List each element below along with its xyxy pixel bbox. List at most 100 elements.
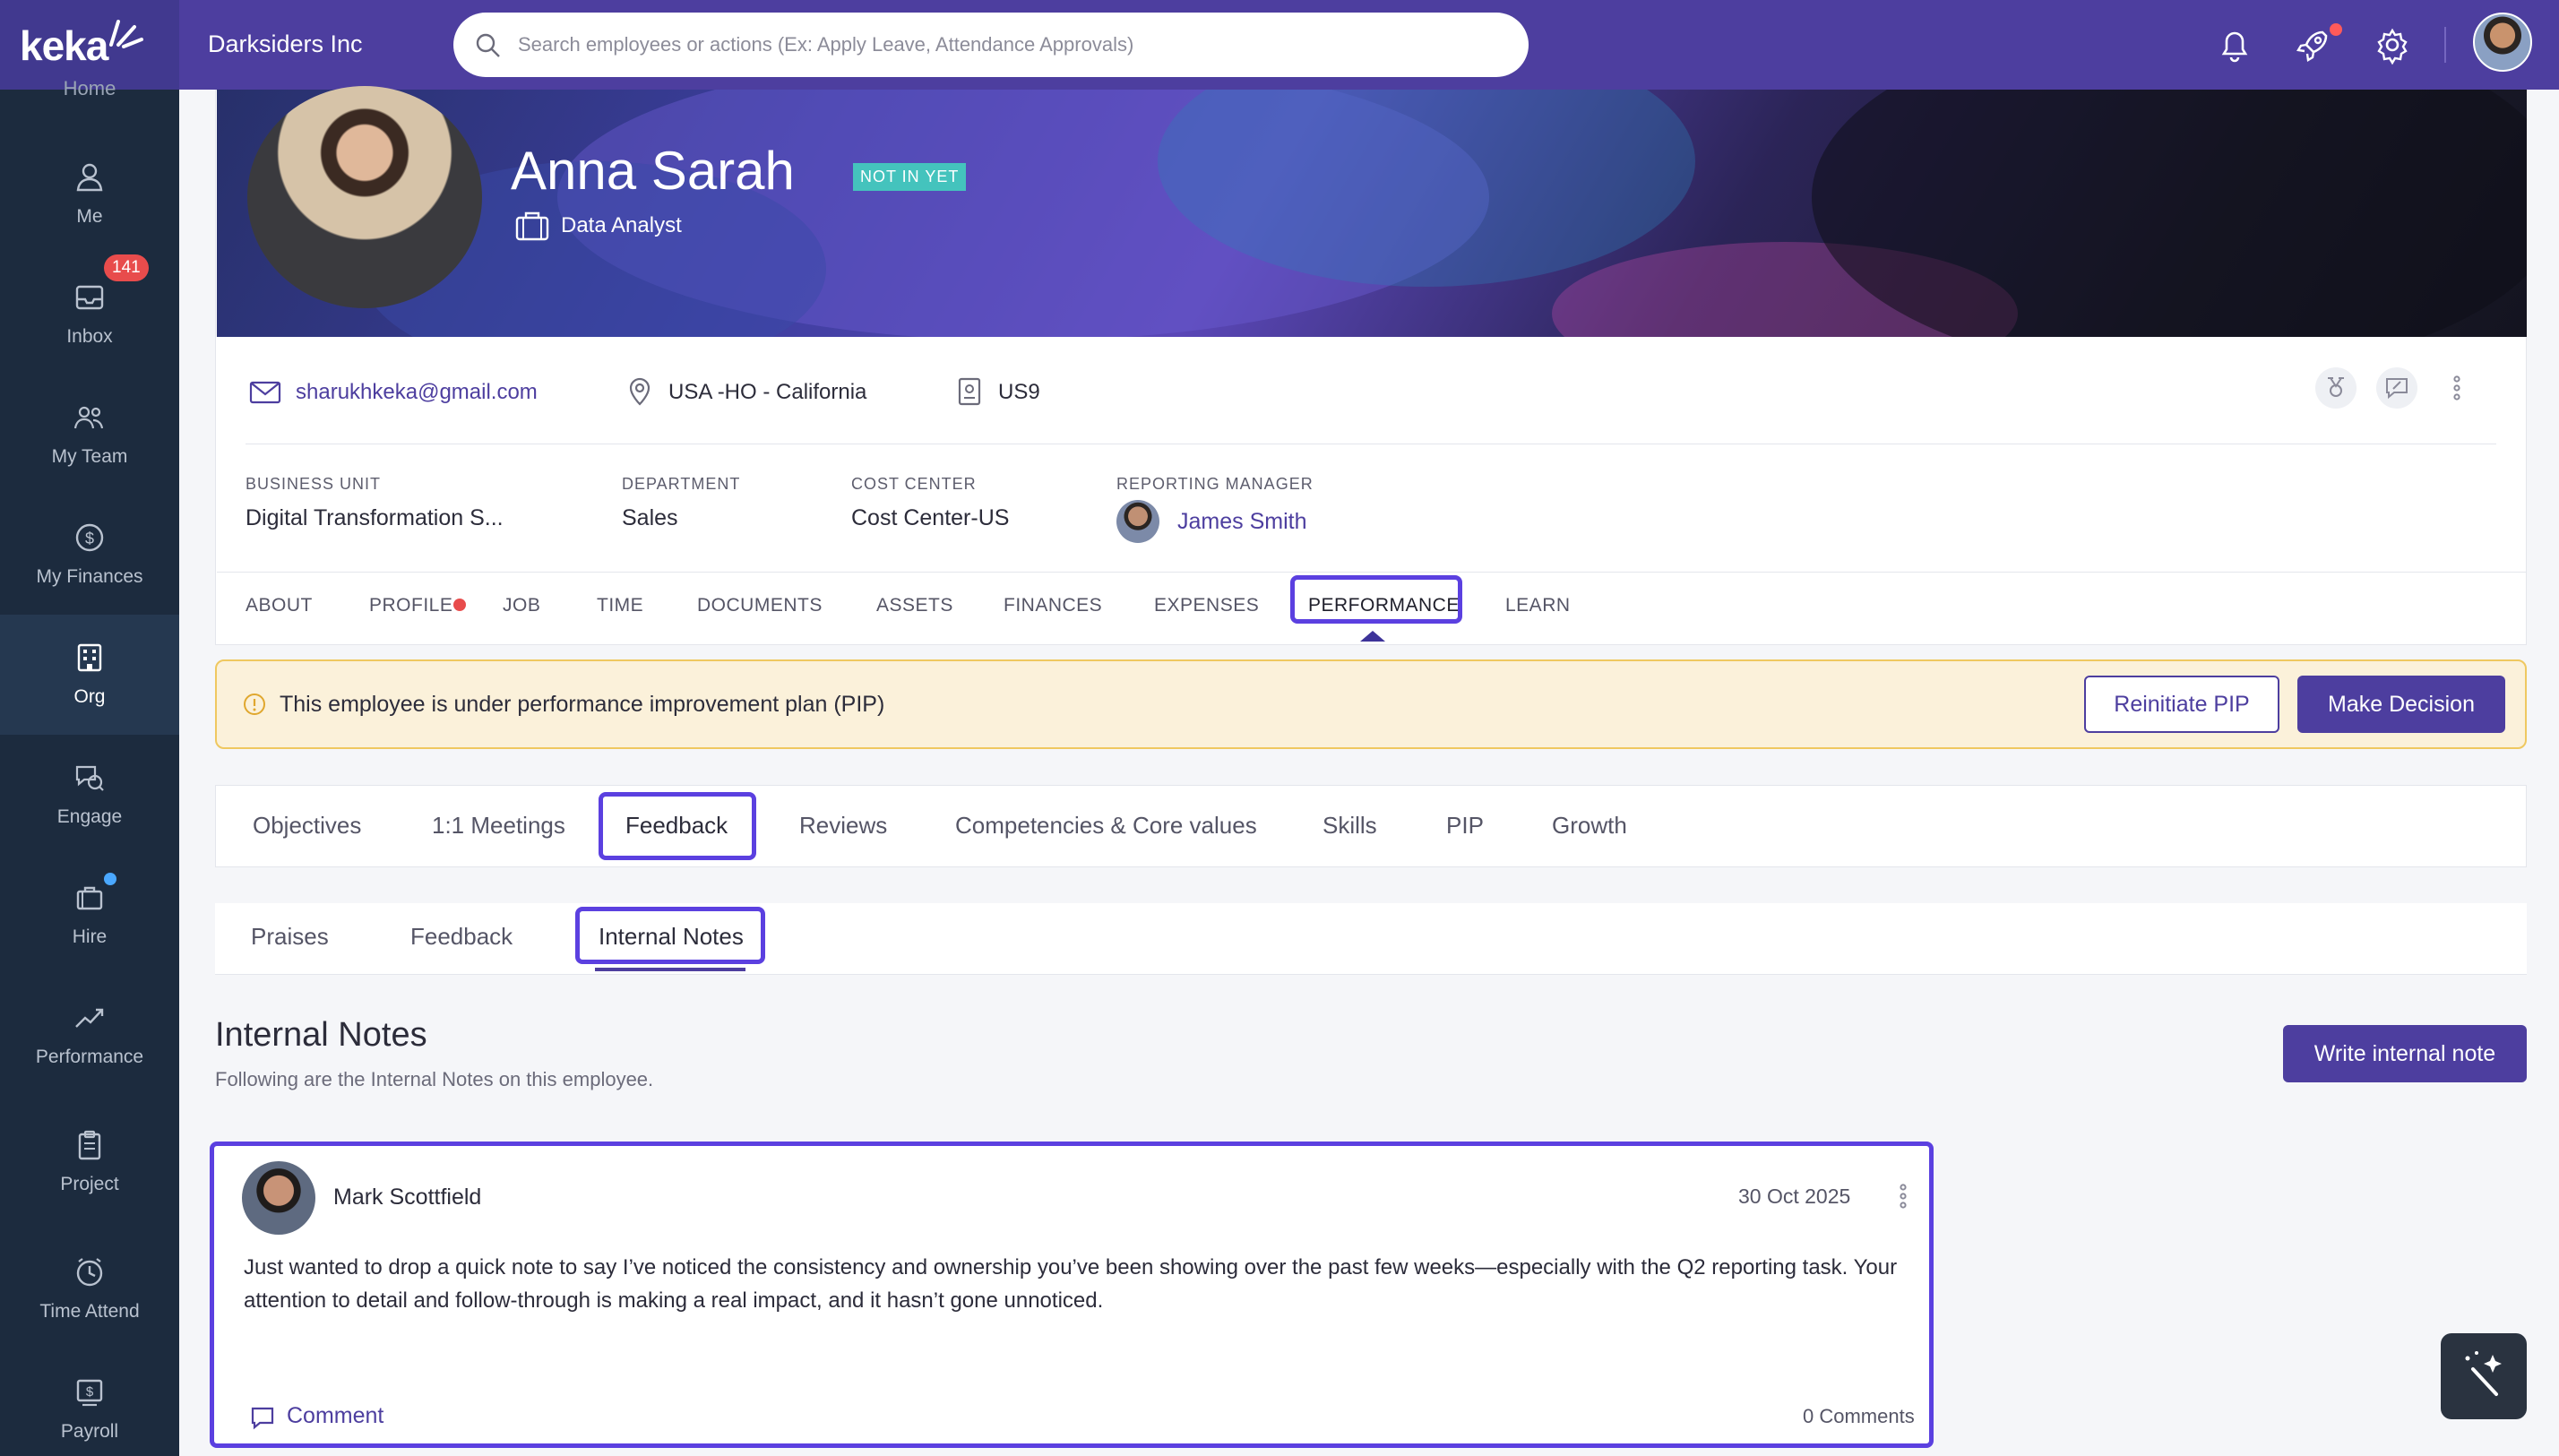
- sidebar-item-my-finances[interactable]: $ My Finances: [0, 495, 179, 615]
- sidebar: keka Home Me Inbox 141 My Team $ My Fina…: [0, 0, 179, 1456]
- sidebar-item-hire[interactable]: Hire: [0, 855, 179, 975]
- tabs-divider: [217, 572, 2527, 573]
- employee-photo[interactable]: [247, 86, 482, 308]
- fbtab-praises[interactable]: Praises: [251, 923, 329, 951]
- subtab-reviews[interactable]: Reviews: [799, 812, 887, 840]
- tab-time[interactable]: TIME: [597, 595, 643, 616]
- inbox-icon: [75, 285, 104, 310]
- rocket-notification-dot: [2330, 23, 2342, 36]
- sidebar-item-label: Inbox: [66, 326, 113, 347]
- sidebar-item-my-team[interactable]: My Team: [0, 375, 179, 495]
- write-internal-note-button[interactable]: Write internal note: [2283, 1025, 2527, 1082]
- search-icon: [476, 33, 500, 57]
- tab-job[interactable]: JOB: [503, 595, 540, 616]
- cost-center-value: Cost Center-US: [851, 505, 1010, 530]
- sidebar-item-time-attend[interactable]: Time Attend: [0, 1229, 179, 1349]
- note-author-avatar[interactable]: [242, 1161, 315, 1235]
- global-search[interactable]: [453, 13, 1529, 77]
- comment-count[interactable]: 0 Comments: [1803, 1405, 1915, 1428]
- comment-button[interactable]: Comment: [287, 1403, 383, 1429]
- sidebar-item-label: My Team: [51, 446, 128, 467]
- message-edit-icon: [2386, 378, 2408, 400]
- rocket-icon[interactable]: [2292, 23, 2335, 66]
- comment-icon: [251, 1407, 274, 1430]
- praise-button[interactable]: [2376, 367, 2417, 409]
- sidebar-item-label: Performance: [35, 1047, 144, 1067]
- company-name[interactable]: Darksiders Inc: [208, 30, 363, 58]
- bell-icon[interactable]: [2213, 23, 2256, 66]
- subtab-pip[interactable]: PIP: [1446, 812, 1484, 840]
- profile-alert-dot: [453, 599, 466, 611]
- manager-avatar[interactable]: [1116, 500, 1159, 543]
- more-vertical-icon[interactable]: [1892, 1181, 1914, 1211]
- subtab-objectives[interactable]: Objectives: [253, 812, 361, 840]
- subtab-growth[interactable]: Growth: [1552, 812, 1627, 840]
- tab-finances[interactable]: FINANCES: [1004, 595, 1102, 616]
- active-tab-caret: [1360, 631, 1385, 642]
- mail-icon: [249, 381, 281, 404]
- sidebar-item-inbox[interactable]: Inbox: [0, 254, 179, 375]
- note-date: 30 Oct 2025: [1738, 1185, 1851, 1208]
- employee-location: USA -HO - California: [668, 380, 867, 404]
- subtab-one-on-one-meetings[interactable]: 1:1 Meetings: [432, 812, 565, 840]
- tab-assets[interactable]: ASSETS: [876, 595, 953, 616]
- sidebar-item-project[interactable]: Project: [0, 1102, 179, 1222]
- department-value: Sales: [622, 505, 678, 530]
- tab-documents[interactable]: DOCUMENTS: [697, 595, 823, 616]
- clock-icon: [76, 1258, 103, 1287]
- cost-center-label: COST CENTER: [851, 475, 977, 493]
- tab-performance-highlight: [1290, 575, 1462, 624]
- team-icon: [73, 406, 104, 429]
- clipboard-icon: [78, 1130, 101, 1160]
- sidebar-item-me[interactable]: Me: [0, 134, 179, 254]
- section-title: Internal Notes: [215, 1016, 427, 1054]
- business-unit-label: BUSINESS UNIT: [246, 475, 382, 493]
- person-icon: [76, 163, 103, 192]
- attendance-status-badge: NOT IN YET: [853, 163, 967, 191]
- sidebar-item-performance[interactable]: Performance: [0, 975, 179, 1095]
- tab-profile[interactable]: PROFILE: [369, 595, 452, 616]
- employee-email[interactable]: sharukhkeka@gmail.com: [296, 380, 538, 405]
- medal-icon: [2328, 377, 2344, 397]
- user-avatar[interactable]: [2473, 13, 2532, 72]
- sidebar-item-label: Me: [76, 206, 103, 227]
- fbtab-internal-notes-highlight: [575, 907, 765, 964]
- sidebar-item-label: Project: [60, 1174, 119, 1194]
- more-vertical-icon[interactable]: [2446, 373, 2468, 403]
- logo-area[interactable]: keka: [0, 0, 179, 90]
- payroll-icon: $: [76, 1379, 103, 1407]
- sidebar-item-label: Hire: [72, 926, 108, 947]
- reinitiate-pip-button[interactable]: Reinitiate PIP: [2084, 676, 2279, 733]
- subtab-competencies[interactable]: Competencies & Core values: [955, 812, 1257, 840]
- keka-logo: keka: [20, 22, 108, 69]
- sidebar-item-home[interactable]: Home: [0, 77, 179, 100]
- tab-learn[interactable]: LEARN: [1505, 595, 1571, 616]
- gear-icon[interactable]: [2371, 23, 2414, 66]
- tab-expenses[interactable]: EXPENSES: [1154, 595, 1259, 616]
- note-author: Mark Scottfield: [333, 1185, 482, 1210]
- id-badge-icon: [958, 377, 981, 406]
- department-label: DEPARTMENT: [622, 475, 741, 493]
- make-decision-button[interactable]: Make Decision: [2297, 676, 2505, 733]
- search-input[interactable]: [518, 29, 1504, 61]
- feedback-tabs: [215, 903, 2527, 975]
- subtab-skills[interactable]: Skills: [1323, 812, 1377, 840]
- sidebar-item-payroll[interactable]: $ Payroll: [0, 1349, 179, 1456]
- sidebar-item-org[interactable]: Org: [0, 615, 179, 735]
- fbtab-feedback[interactable]: Feedback: [410, 923, 513, 951]
- award-button[interactable]: [2315, 367, 2357, 409]
- ai-assistant-button[interactable]: [2441, 1333, 2527, 1419]
- trend-icon: [75, 1008, 104, 1028]
- briefcase-icon: [76, 886, 103, 910]
- sidebar-item-label: My Finances: [36, 566, 143, 587]
- sidebar-item-label: Time Attend: [39, 1301, 140, 1322]
- building-icon: [77, 643, 102, 672]
- sidebar-item-engage[interactable]: Engage: [0, 735, 179, 855]
- employee-id: US9: [998, 380, 1040, 404]
- reporting-manager-link[interactable]: James Smith: [1177, 509, 1306, 535]
- business-unit-value: Digital Transformation S...: [246, 505, 504, 530]
- tab-about[interactable]: ABOUT: [246, 595, 313, 616]
- inbox-count-badge: 141: [104, 254, 149, 281]
- sidebar-item-label: Org: [73, 686, 106, 707]
- section-subtitle: Following are the Internal Notes on this…: [215, 1068, 654, 1090]
